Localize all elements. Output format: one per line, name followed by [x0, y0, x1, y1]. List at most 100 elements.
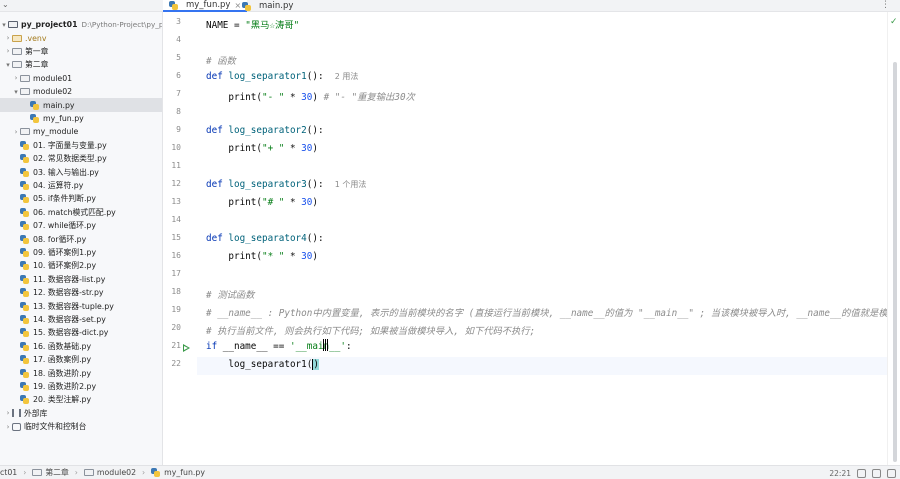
tree-item-file[interactable]: 17. 函数案例.py — [0, 353, 162, 366]
tree-item-label: 17. 函数案例.py — [33, 355, 92, 365]
tree-item-file[interactable]: 05. if条件判断.py — [0, 192, 162, 205]
tree-item-file[interactable]: 04. 运算符.py — [0, 179, 162, 192]
tree-item-file[interactable]: 03. 输入与输出.py — [0, 165, 162, 178]
python-file-icon — [20, 355, 29, 365]
tree-item-external-libs[interactable]: › 外部库 — [0, 407, 162, 420]
tree-item-chapter1[interactable]: › 第一章 — [0, 45, 162, 58]
folder-icon — [32, 469, 43, 476]
tree-item-main-py[interactable]: main.py — [0, 98, 162, 112]
tree-item-label: 19. 函数进阶2.py — [33, 381, 97, 391]
folder-icon — [8, 21, 18, 29]
code-token: 30 — [301, 92, 313, 103]
tree-item-module01[interactable]: › module01 — [0, 72, 162, 85]
tab-main[interactable]: main.py — [236, 0, 299, 12]
tree-item-my-fun-py[interactable]: my_fun.py — [0, 112, 162, 125]
line-number: 17 — [171, 269, 181, 278]
tree-root[interactable]: ▾ py_project01 D:\Python-Project\py_proj… — [0, 18, 162, 31]
tree-item-chapter2[interactable]: ▾ 第二章 — [0, 58, 162, 71]
tree-item-label: 15. 数据容器-dict.py — [33, 328, 109, 338]
python-file-icon — [242, 1, 251, 11]
chevron-down-icon[interactable]: ▾ — [12, 88, 20, 96]
usage-hint[interactable]: 1 个用法 — [335, 180, 367, 189]
chevron-right-icon[interactable]: › — [4, 34, 12, 42]
python-file-icon — [20, 381, 29, 391]
code-line: print("- " * 30) # "- "重复输出30次 — [206, 89, 414, 103]
more-options-icon[interactable]: ⋮ — [881, 0, 890, 10]
code-token: (): — [306, 125, 324, 136]
tree-item-module02[interactable]: ▾ module02 — [0, 85, 162, 98]
code-token: 30 — [301, 197, 313, 208]
folder-icon — [83, 469, 94, 476]
tree-item-my-module[interactable]: › my_module — [0, 125, 162, 138]
tree-item-label: module01 — [33, 73, 73, 83]
line-number: 21 — [171, 341, 181, 350]
tree-item-file[interactable]: 19. 函数进阶2.py — [0, 380, 162, 393]
python-file-icon — [20, 314, 29, 324]
tree-item-file[interactable]: 06. match模式匹配.py — [0, 206, 162, 219]
tree-item-scratches[interactable]: › 临时文件和控制台 — [0, 420, 162, 433]
run-icon[interactable] — [183, 344, 190, 352]
tree-item-venv[interactable]: › .venv — [0, 31, 162, 44]
tree-item-file[interactable]: 12. 数据容器-str.py — [0, 286, 162, 299]
chevron-right-icon[interactable]: › — [4, 409, 12, 417]
line-number: 6 — [176, 71, 181, 80]
tree-item-file[interactable]: 08. for循环.py — [0, 232, 162, 245]
check-icon[interactable]: ✓ — [890, 17, 898, 27]
code-token: log_separator2 — [228, 125, 307, 136]
editor-scrollbar[interactable]: ✓ — [887, 12, 900, 465]
caret-position[interactable]: 22:21 — [829, 469, 851, 478]
chevron-down-icon[interactable]: ▾ — [0, 21, 8, 29]
breadcrumb-item[interactable]: module02 — [97, 468, 136, 477]
usage-hint[interactable]: 2 用法 — [335, 72, 359, 81]
tree-item-file[interactable]: 11. 数据容器-list.py — [0, 273, 162, 286]
code-token: log_separator4 — [228, 233, 307, 244]
tree-item-file[interactable]: 18. 函数进阶.py — [0, 366, 162, 379]
tree-item-file[interactable]: 01. 字面量与变量.py — [0, 139, 162, 152]
status-right-group: 22:21 — [829, 466, 896, 479]
line-number: 11 — [171, 161, 181, 170]
tab-my-fun[interactable]: my_fun.py × — [163, 0, 248, 12]
scrollbar-thumb[interactable] — [893, 62, 897, 462]
code-token: (): — [306, 71, 324, 82]
line-number: 16 — [171, 251, 181, 260]
code-line: # __name__ : Python中内置变量, 表示的当前模块的名字 (直接… — [206, 308, 887, 319]
breadcrumb-item[interactable]: my_fun.py — [164, 468, 205, 477]
python-file-icon — [20, 247, 29, 257]
code-line: def log_separator3(): 1 个用法 — [206, 179, 366, 190]
notifications-icon[interactable] — [872, 468, 881, 478]
line-number: 12 — [171, 179, 181, 188]
code-token: 30 — [301, 251, 313, 262]
breadcrumb-item[interactable]: 第二章 — [45, 467, 68, 478]
settings-icon[interactable] — [857, 468, 866, 478]
code-editor[interactable]: NAME = "黑马☆涛哥" # 函数 def log_separator1()… — [197, 12, 887, 465]
chevron-right-icon[interactable]: › — [12, 74, 20, 82]
code-token: ) — [312, 92, 324, 103]
python-file-icon — [20, 167, 29, 177]
venv-folder-icon — [12, 34, 22, 42]
tree-item-label: module02 — [33, 87, 73, 97]
chevron-right-icon[interactable]: › — [4, 423, 12, 431]
breadcrumb-item[interactable]: ct01 — [0, 468, 17, 477]
line-number: 18 — [171, 287, 181, 296]
folder-icon — [12, 61, 22, 69]
tree-item-label: 临时文件和控制台 — [24, 422, 87, 432]
chevron-right-icon[interactable]: › — [12, 128, 20, 136]
line-number: 8 — [176, 107, 181, 116]
tab-label: my_fun.py — [186, 0, 231, 10]
chevron-down-icon[interactable]: ▾ — [4, 61, 12, 69]
tree-item-file[interactable]: 13. 数据容器-tuple.py — [0, 299, 162, 312]
lock-icon[interactable] — [887, 468, 896, 478]
chevron-right-icon[interactable]: › — [4, 47, 12, 55]
tree-item-file[interactable]: 07. while循环.py — [0, 219, 162, 232]
tree-item-label: 第一章 — [25, 46, 49, 56]
tree-item-file[interactable]: 20. 类型注解.py — [0, 393, 162, 406]
tree-item-label: 03. 输入与输出.py — [33, 167, 99, 177]
tree-item-file[interactable]: 14. 数据容器-set.py — [0, 313, 162, 326]
tree-item-file[interactable]: 16. 函数基础.py — [0, 340, 162, 353]
folder-icon — [20, 74, 30, 82]
tree-item-file[interactable]: 02. 常见数据类型.py — [0, 152, 162, 165]
tree-item-file[interactable]: 10. 循环案例2.py — [0, 259, 162, 272]
tree-item-file[interactable]: 09. 循环案例1.py — [0, 246, 162, 259]
chevron-down-icon[interactable]: ⌄ — [2, 0, 9, 10]
tree-item-file[interactable]: 15. 数据容器-dict.py — [0, 326, 162, 339]
